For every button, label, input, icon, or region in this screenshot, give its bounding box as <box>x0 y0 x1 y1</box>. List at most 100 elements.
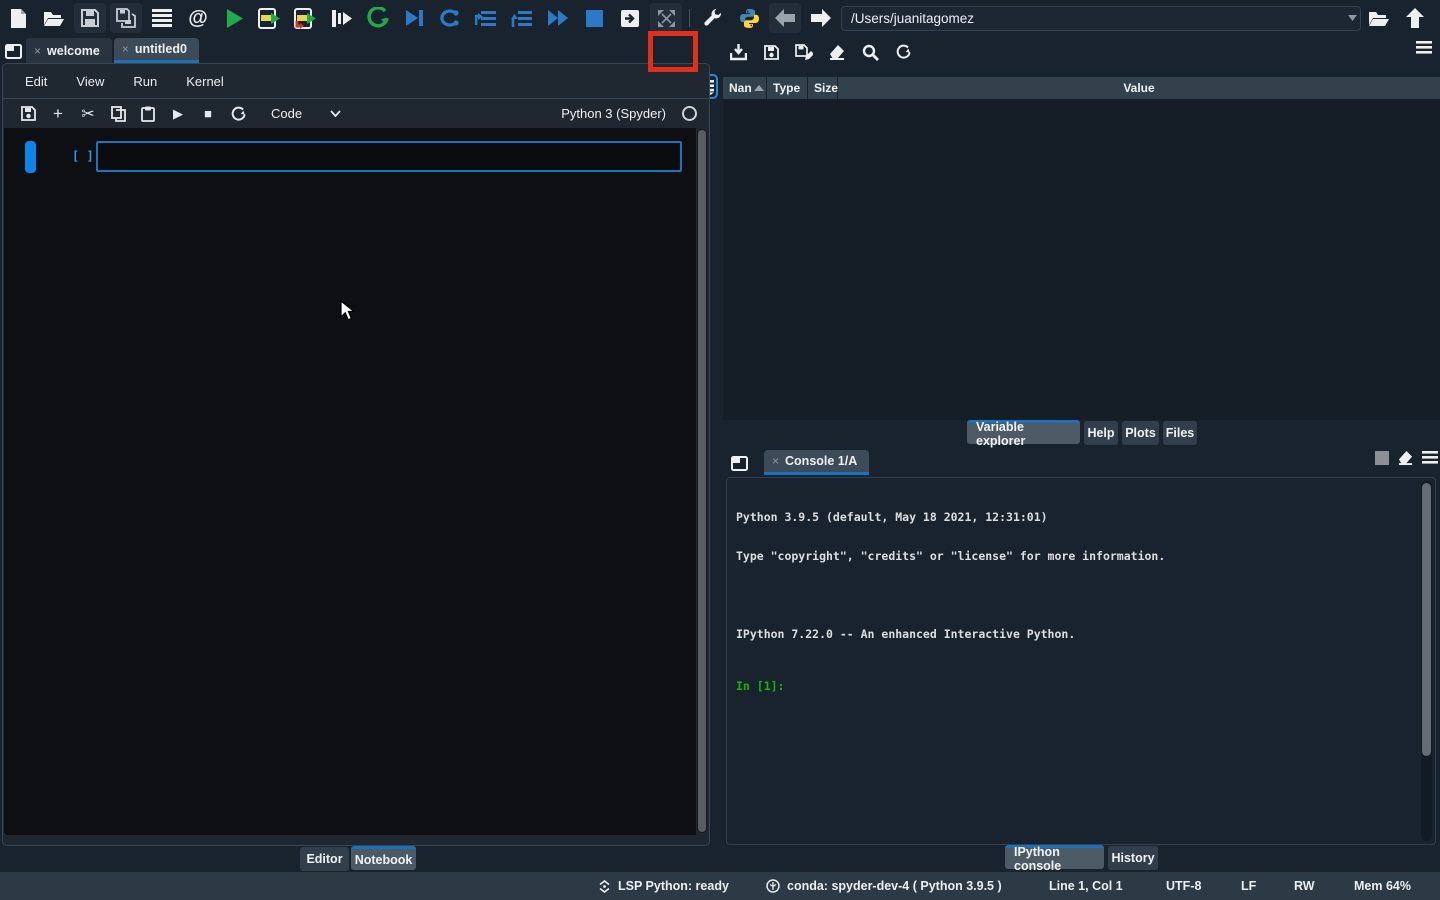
column-header-size[interactable]: Size <box>808 77 837 99</box>
notebook-scrollbar[interactable] <box>697 129 707 833</box>
run-cell-button[interactable]: ▶ <box>163 102 193 126</box>
scissors-icon: ✂ <box>81 104 94 124</box>
browse-directory-button[interactable] <box>1361 2 1397 34</box>
run-cell-advance-icon <box>294 8 318 29</box>
console-options-icon[interactable] <box>1422 451 1438 464</box>
variable-explorer-options-button[interactable] <box>1416 41 1432 54</box>
tab-untitled0[interactable]: × untitled0 <box>114 38 199 63</box>
step-into-icon <box>475 9 497 27</box>
paste-cell-button[interactable] <box>133 102 163 126</box>
run-cell-advance-button[interactable] <box>288 2 324 34</box>
column-header-type[interactable]: Type <box>767 77 807 99</box>
ipython-console-view[interactable]: Python 3.9.5 (default, May 18 2021, 12:3… <box>726 477 1436 845</box>
save-button[interactable] <box>74 3 106 33</box>
stop-debug-button[interactable] <box>576 2 612 34</box>
menu-run[interactable]: Run <box>133 74 157 89</box>
column-header-name[interactable]: Nan <box>723 77 766 99</box>
save-data-button[interactable] <box>757 39 785 65</box>
tab-variable-explorer[interactable]: Variable explorer <box>967 420 1080 444</box>
notebook-editor-area[interactable]: [ ]: <box>4 128 696 835</box>
notebook-tabbar: × welcome × untitled0 <box>0 36 712 63</box>
close-tab-icon[interactable]: × <box>122 43 129 55</box>
run-file-button[interactable] <box>216 2 252 34</box>
notebook-menubar: Edit View Run Kernel <box>3 64 709 99</box>
save-notebook-button[interactable] <box>13 102 43 126</box>
open-file-button[interactable] <box>36 2 72 34</box>
tab-welcome[interactable]: × welcome <box>26 38 112 63</box>
tab-files[interactable]: Files <box>1163 421 1197 445</box>
import-data-button[interactable] <box>724 39 752 65</box>
interrupt-kernel-button[interactable]: ■ <box>193 102 223 126</box>
tab-ipython-console[interactable]: IPython console <box>1005 845 1104 869</box>
code-cell-input[interactable] <box>96 141 682 172</box>
pythonpath-manager-button[interactable] <box>731 2 767 34</box>
tab-notebook[interactable]: Notebook <box>351 846 416 870</box>
maximize-icon <box>657 9 676 28</box>
file-switcher-button[interactable] <box>144 2 180 34</box>
maximize-pane-button[interactable] <box>650 3 682 33</box>
tab-editor[interactable]: Editor <box>300 847 349 871</box>
console-banner-line: Python 3.9.5 (default, May 18 2021, 12:3… <box>736 511 1413 524</box>
cut-cell-button[interactable]: ✂ <box>73 102 103 126</box>
interrupt-kernel-icon[interactable] <box>1375 451 1389 465</box>
remove-variables-button[interactable] <box>823 39 851 65</box>
parent-directory-button[interactable] <box>1397 2 1433 34</box>
cursor-position-text: Line 1, Col 1 <box>1049 879 1123 893</box>
console-prompt: In [1]: <box>736 680 1413 693</box>
menu-edit[interactable]: Edit <box>25 74 47 89</box>
debug-step-button[interactable] <box>432 2 468 34</box>
eraser-icon[interactable] <box>1397 450 1414 465</box>
scrollbar-thumb[interactable] <box>1422 483 1431 756</box>
refresh-variables-button[interactable] <box>889 39 917 65</box>
new-file-button[interactable] <box>0 2 36 34</box>
save-all-button[interactable] <box>110 3 142 33</box>
working-directory-combobox[interactable] <box>841 6 1361 31</box>
save-as-icon <box>795 44 813 61</box>
close-tab-icon[interactable]: × <box>772 455 779 467</box>
import-icon <box>730 44 747 61</box>
new-file-icon <box>10 8 27 29</box>
copy-cell-button[interactable] <box>103 102 133 126</box>
console-scrollbar[interactable] <box>1421 481 1432 841</box>
step-return-button[interactable] <box>504 2 540 34</box>
run-selection-button[interactable] <box>324 2 360 34</box>
search-variables-button[interactable] <box>856 39 884 65</box>
column-label: Size <box>814 81 838 95</box>
tab-plots[interactable]: Plots <box>1122 421 1159 445</box>
interpreter-status: conda: spyder-dev-4 ( Python 3.9.5 ) <box>766 872 1002 900</box>
step-into-button[interactable] <box>468 2 504 34</box>
open-external-button[interactable] <box>612 2 648 34</box>
menu-view[interactable]: View <box>76 74 104 89</box>
debug-continue-fast-button[interactable] <box>540 2 576 34</box>
restart-kernel-button[interactable] <box>223 102 253 126</box>
tab-console-1a[interactable]: × Console 1/A <box>764 450 869 475</box>
working-directory-input[interactable] <box>841 6 1361 31</box>
close-tab-icon[interactable]: × <box>34 45 41 57</box>
chevron-down-icon <box>330 110 341 117</box>
debug-file-button[interactable] <box>396 2 432 34</box>
run-cell-button[interactable] <box>252 2 288 34</box>
back-button[interactable] <box>769 3 801 33</box>
column-label: Type <box>773 81 800 95</box>
forward-button[interactable] <box>803 2 839 34</box>
browse-tabs-button[interactable] <box>726 451 752 475</box>
browse-tabs-button[interactable] <box>0 39 26 63</box>
rerun-cell-button[interactable] <box>360 2 396 34</box>
column-header-value[interactable]: Value <box>838 77 1440 99</box>
save-all-icon <box>116 8 136 28</box>
add-cell-button[interactable]: + <box>43 102 73 126</box>
notebook-panel: × welcome × untitled0 Edit View Run Kern… <box>0 36 712 847</box>
tab-history[interactable]: History <box>1108 846 1158 870</box>
run-icon: ▶ <box>173 106 183 122</box>
save-data-as-button[interactable] <box>790 39 818 65</box>
preferences-button[interactable] <box>695 2 731 34</box>
path-dropdown-icon[interactable] <box>1348 15 1357 21</box>
tab-help[interactable]: Help <box>1084 421 1118 445</box>
kernel-indicator: Python 3 (Spyder) <box>561 100 697 127</box>
scrollbar-thumb[interactable] <box>698 130 706 832</box>
variable-table-body[interactable] <box>723 99 1440 420</box>
menu-kernel[interactable]: Kernel <box>186 74 224 89</box>
find-symbols-button[interactable]: @ <box>180 2 216 34</box>
copy-icon <box>111 106 126 122</box>
cell-type-dropdown[interactable]: Code <box>271 106 341 121</box>
